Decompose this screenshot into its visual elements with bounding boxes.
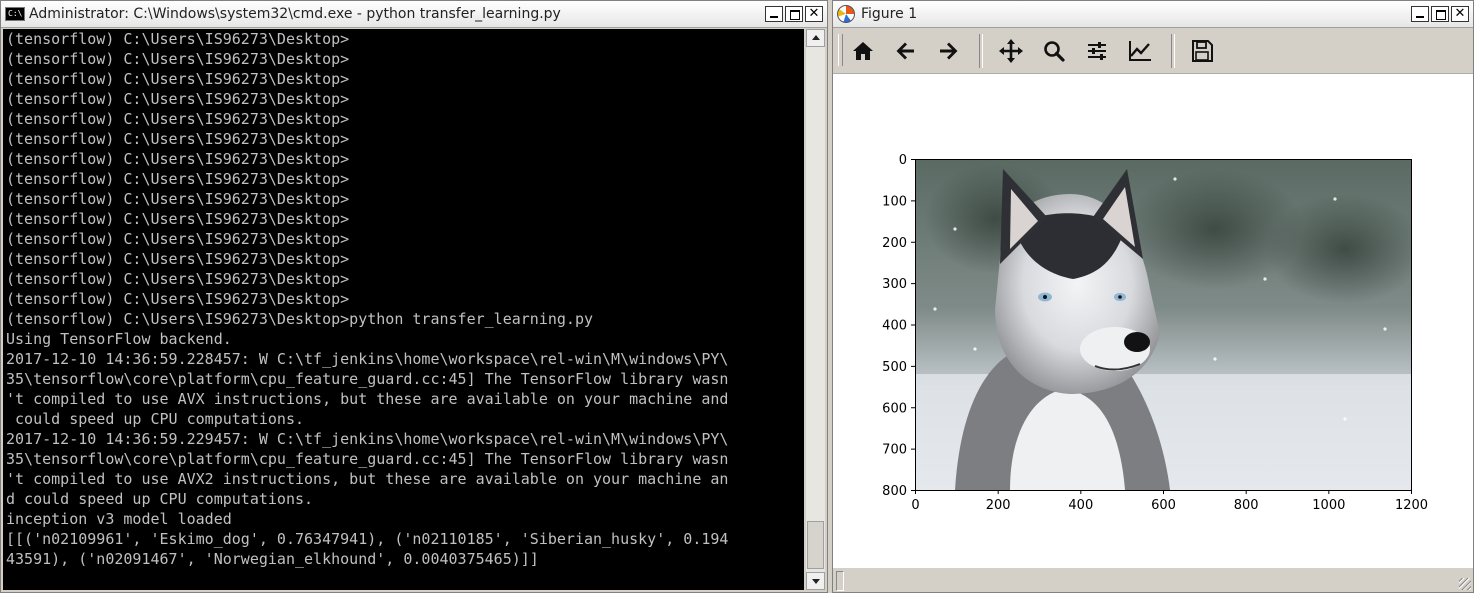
figure-close-button[interactable]: ✕ <box>1451 6 1469 22</box>
console-line: 2017-12-10 14:36:59.229457: W C:\tf_jenk… <box>6 430 729 448</box>
console-line: (tensorflow) C:\Users\IS96273\Desktop> <box>6 250 350 268</box>
x-tick-label: 800 <box>1234 498 1259 513</box>
back-arrow-icon <box>896 42 914 60</box>
scroll-thumb[interactable] <box>807 521 824 569</box>
zoom-icon <box>1044 41 1065 62</box>
figure-titlebar[interactable]: Figure 1 ✕ <box>833 1 1473 28</box>
console-output[interactable]: (tensorflow) C:\Users\IS96273\Desktop> (t… <box>3 29 804 590</box>
y-tick-label: 400 <box>882 319 907 334</box>
resize-grip[interactable] <box>1459 578 1471 590</box>
cmd-window-controls: ✕ <box>765 6 823 22</box>
x-tick-label: 200 <box>986 498 1011 513</box>
save-icon <box>1192 40 1213 62</box>
y-tick-label: 200 <box>882 236 907 251</box>
save-button[interactable] <box>1188 37 1216 65</box>
console-line: (tensorflow) C:\Users\IS96273\Desktop> <box>6 290 350 308</box>
image-plot: 0 200 400 600 800 1000 1200 0 100 200 300 400 500 600… <box>882 153 1428 513</box>
console-scrollbar[interactable] <box>806 29 825 590</box>
edit-axes-icon <box>1129 41 1151 61</box>
console-line: [[('n02109961', 'Eskimo_dog', 0.76347941… <box>6 530 729 548</box>
figure-window-controls: ✕ <box>1411 6 1469 22</box>
console-line: (tensorflow) C:\Users\IS96273\Desktop>py… <box>6 310 593 328</box>
toolbar-separator <box>979 34 983 68</box>
console-line: (tensorflow) C:\Users\IS96273\Desktop> <box>6 90 350 108</box>
figure-toolbar <box>833 28 1473 74</box>
x-tick-label: 400 <box>1068 498 1093 513</box>
pan-button[interactable] <box>997 37 1025 65</box>
console-line: 't compiled to use AVX instructions, but… <box>6 390 729 408</box>
forward-button[interactable] <box>934 37 962 65</box>
figure-maximize-button[interactable] <box>1431 6 1449 22</box>
husky-photo <box>915 159 1411 490</box>
console-line: (tensorflow) C:\Users\IS96273\Desktop> <box>6 110 350 128</box>
x-tick-label: 1200 <box>1395 498 1428 513</box>
cmd-window-title: Administrator: C:\Windows\system32\cmd.e… <box>29 6 561 22</box>
home-icon <box>853 42 873 60</box>
y-tick-label: 700 <box>882 443 907 458</box>
toolbar-separator <box>1171 34 1175 68</box>
console-line: (tensorflow) C:\Users\IS96273\Desktop> <box>6 30 350 48</box>
cmd-app-icon: C:\ <box>5 7 25 21</box>
figure-window-title: Figure 1 <box>861 6 918 22</box>
subplots-button[interactable] <box>1083 37 1111 65</box>
status-field <box>836 571 844 591</box>
cmd-window[interactable]: C:\ Administrator: C:\Windows\system32\c… <box>0 0 828 593</box>
y-tick-label: 600 <box>882 401 907 416</box>
console-line: (tensorflow) C:\Users\IS96273\Desktop> <box>6 230 350 248</box>
zoom-button[interactable] <box>1040 37 1068 65</box>
console-line: 2017-12-10 14:36:59.228457: W C:\tf_jenk… <box>6 350 729 368</box>
console-line: (tensorflow) C:\Users\IS96273\Desktop> <box>6 170 350 188</box>
y-tick-label: 500 <box>882 360 907 375</box>
console-line: (tensorflow) C:\Users\IS96273\Desktop> <box>6 130 350 148</box>
y-tick-label: 300 <box>882 277 907 292</box>
y-tick-label: 800 <box>882 484 907 499</box>
console-text: (tensorflow) C:\Users\IS96273\Desktop> (t… <box>3 29 804 569</box>
console-line: 35\tensorflow\core\platform\cpu_feature_… <box>6 370 729 388</box>
subplots-config-icon <box>1088 42 1106 60</box>
x-tick-label: 600 <box>1151 498 1176 513</box>
scroll-up-button[interactable] <box>806 29 825 47</box>
scroll-down-button[interactable] <box>806 572 825 590</box>
maximize-button[interactable] <box>785 6 803 22</box>
figure-minimize-button[interactable] <box>1411 6 1429 22</box>
console-line: d could speed up CPU computations. <box>6 490 314 508</box>
home-button[interactable] <box>849 37 877 65</box>
figure-window[interactable]: Figure 1 ✕ 0 200 400 600 800 1000 1200 0… <box>832 0 1474 593</box>
close-button[interactable]: ✕ <box>805 6 823 22</box>
y-tick-label: 100 <box>882 194 907 209</box>
x-tick-label: 1000 <box>1312 498 1345 513</box>
console-line: (tensorflow) C:\Users\IS96273\Desktop> <box>6 270 350 288</box>
console-line: 't compiled to use AVX2 instructions, bu… <box>6 470 729 488</box>
console-line: could speed up CPU computations. <box>6 410 305 428</box>
forward-arrow-icon <box>940 42 958 60</box>
console-line: 35\tensorflow\core\platform\cpu_feature_… <box>6 450 729 468</box>
minimize-button[interactable] <box>765 6 783 22</box>
cmd-titlebar[interactable]: C:\ Administrator: C:\Windows\system32\c… <box>1 1 827 28</box>
console-line: (tensorflow) C:\Users\IS96273\Desktop> <box>6 210 350 228</box>
console-line: (tensorflow) C:\Users\IS96273\Desktop> <box>6 150 350 168</box>
console-line: 43591), ('n02091467', 'Norwegian_elkhoun… <box>6 550 539 568</box>
pan-icon <box>999 39 1023 63</box>
console-line: (tensorflow) C:\Users\IS96273\Desktop> <box>6 50 350 68</box>
toolbar-grip[interactable] <box>838 34 843 66</box>
edit-axes-button[interactable] <box>1126 37 1154 65</box>
console-line: (tensorflow) C:\Users\IS96273\Desktop> <box>6 190 350 208</box>
cmd-icon-text: C:\ <box>8 9 23 18</box>
console-line: (tensorflow) C:\Users\IS96273\Desktop> <box>6 70 350 88</box>
y-tick-label: 0 <box>899 153 907 168</box>
console-line: inception v3 model loaded <box>6 510 232 528</box>
back-button[interactable] <box>892 37 920 65</box>
figure-canvas[interactable]: 0 200 400 600 800 1000 1200 0 100 200 300 400 500 600… <box>833 74 1473 568</box>
x-tick-label: 0 <box>911 498 919 513</box>
matplotlib-icon <box>837 5 855 23</box>
console-line: Using TensorFlow backend. <box>6 330 232 348</box>
figure-statusbar <box>833 568 1473 592</box>
